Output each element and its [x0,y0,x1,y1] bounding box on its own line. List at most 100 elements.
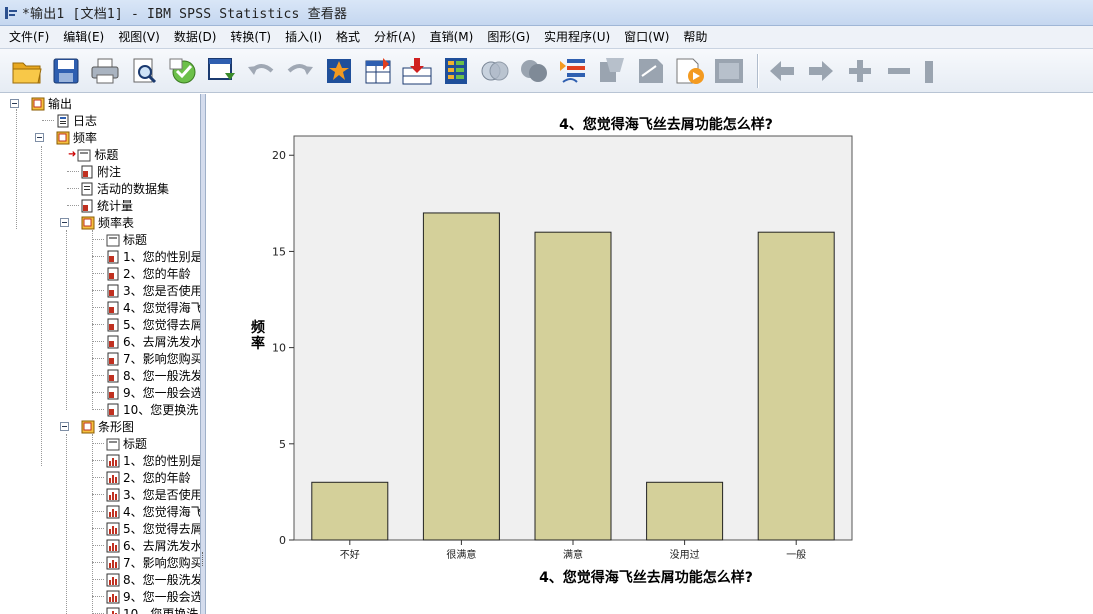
y-tick-label: 20 [272,149,286,162]
tree-table-item[interactable]: 标题 [106,231,147,248]
hide-icon[interactable] [673,54,707,88]
tree-chart-item[interactable]: 6、去屑洗发水 [106,537,200,554]
chart-page-icon [106,607,120,614]
tree-item-active-dataset[interactable]: 活动的数据集 [80,180,169,197]
x-tick-label: 满意 [563,548,583,561]
tree-chart-item[interactable]: 1、您的性别是 [106,452,200,469]
tree-node-frequencies[interactable]: 频率 [35,129,97,146]
bar-chart[interactable]: 0 5 10 15 20 不好 很满意 满意 没用过 一般 [206,94,1093,614]
tree-table-item[interactable]: 4、您觉得海飞 [106,299,200,316]
chart-page-icon [106,454,120,468]
collapse-toggle-icon[interactable] [10,99,19,108]
spss-app-icon [4,6,18,20]
demote-icon[interactable] [804,54,838,88]
select-cases-icon[interactable] [478,54,512,88]
tree-table-item[interactable]: 10、您更换洗 [106,401,198,418]
tree-table-item[interactable]: 9、您一般会选 [106,384,200,401]
insert-variable-icon[interactable] [400,54,434,88]
tree-table-item[interactable]: 1、您的性别是 [106,248,200,265]
menu-file[interactable]: 文件(F) [2,26,56,49]
print-icon[interactable] [88,54,122,88]
menu-insert[interactable]: 插入(I) [278,26,329,49]
promote-icon[interactable] [765,54,799,88]
tree-chart-item[interactable]: 10、您更换洗 [106,605,198,614]
tree-node-bar-chart[interactable]: 条形图 [60,418,134,435]
more-toolbar-icon[interactable] [921,54,935,88]
bar [757,231,835,541]
menu-transform[interactable]: 转换(T) [223,26,278,49]
collapse-icon[interactable] [882,54,916,88]
menu-help[interactable]: 帮助 [676,26,714,49]
tree-chart-item[interactable]: 3、您是否使用 [106,486,200,503]
tree-root-output[interactable]: 输出 [10,95,72,112]
goto-case-icon[interactable] [361,54,395,88]
menu-direct-marketing[interactable]: 直销(M) [423,26,481,49]
collapse-toggle-icon[interactable] [35,133,44,142]
collapse-toggle-icon[interactable] [60,218,69,227]
notes-icon [80,165,94,179]
tree-table-item[interactable]: 6、去屑洗发水 [106,333,200,350]
table-page-icon [106,352,120,366]
bar [646,481,724,541]
chart-page-icon [106,471,120,485]
table-page-icon [106,301,120,315]
redo-icon[interactable] [283,54,317,88]
tree-item-statistics[interactable]: 统计量 [80,197,133,214]
tree-table-item[interactable]: 2、您的年龄 [106,265,191,282]
tree-table-item[interactable]: 3、您是否使用 [106,282,200,299]
chart-page-icon [106,505,120,519]
menu-data[interactable]: 数据(D) [167,26,224,49]
insert-output-icon[interactable] [712,54,746,88]
tree-chart-item[interactable]: 4、您觉得海飞 [106,503,200,520]
chart-x-axis-label: 4、您觉得海飞丝去屑功能怎么样? [539,570,753,586]
menu-analyze[interactable]: 分析(A) [367,26,423,49]
export-icon[interactable] [166,54,200,88]
tree-chart-item[interactable]: 2、您的年龄 [106,469,191,486]
show-all-icon[interactable] [634,54,668,88]
undo-icon[interactable] [244,54,278,88]
y-tick-label: 10 [272,342,286,355]
menu-view[interactable]: 视图(V) [111,26,167,49]
tree-chart-item[interactable]: 9、您一般会选 [106,588,200,605]
open-folder-icon[interactable] [10,54,44,88]
title-page-icon [106,233,120,247]
tree-node-frequency-table[interactable]: 频率表 [60,214,134,231]
collapse-toggle-icon[interactable] [60,422,69,431]
menu-utilities[interactable]: 实用程序(U) [537,26,617,49]
output-book-icon [56,131,70,145]
output-book-icon [81,216,95,230]
tree-item-freq-title[interactable]: ➜ 标题 [68,146,118,163]
variables-icon[interactable] [439,54,473,88]
outline-tree: 输出 日志 频率 ➜ 标题 附注 活动的数据集 统计量 频率表 标题 1、您的性… [0,94,200,614]
tree-item-notes[interactable]: 附注 [80,163,121,180]
expand-icon[interactable] [843,54,877,88]
tree-chart-item[interactable]: 8、您一般洗发 [106,571,200,588]
menu-window[interactable]: 窗口(W) [617,26,676,49]
designate-window-icon[interactable] [595,54,629,88]
tree-chart-item[interactable]: 标题 [106,435,147,452]
recall-dialog-icon[interactable] [205,54,239,88]
split-file-icon[interactable] [556,54,590,88]
tree-chart-item[interactable]: 7、影响您购买 [106,554,200,571]
menu-graphs[interactable]: 图形(G) [480,26,537,49]
title-bar: *输出1 [文档1] - IBM SPSS Statistics 查看器 [0,0,1093,26]
tree-table-item[interactable]: 7、影响您购买 [106,350,200,367]
tree-item-log[interactable]: 日志 [56,112,97,129]
goto-data-icon[interactable] [322,54,356,88]
chart-page-icon [106,590,120,604]
table-page-icon [106,369,120,383]
output-book-icon [81,420,95,434]
weight-cases-icon[interactable] [517,54,551,88]
bar [422,212,500,541]
print-preview-icon[interactable] [127,54,161,88]
table-page-icon [80,199,94,213]
menu-edit[interactable]: 编辑(E) [56,26,111,49]
save-icon[interactable] [49,54,83,88]
table-page-icon [106,318,120,332]
tree-table-item[interactable]: 5、您觉得去屑 [106,316,200,333]
tree-table-item[interactable]: 8、您一般洗发 [106,367,200,384]
menu-format[interactable]: 格式 [329,26,367,49]
splitter-grip[interactable] [202,552,204,566]
toolbar-separator [757,53,759,88]
tree-chart-item[interactable]: 5、您觉得去屑 [106,520,200,537]
